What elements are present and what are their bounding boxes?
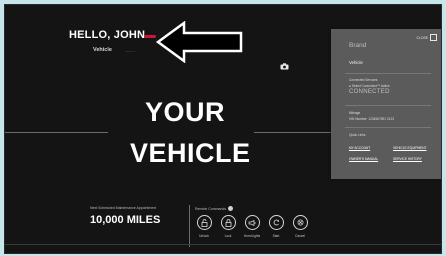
- hero-divider-left: [5, 132, 108, 133]
- lock-label: Lock: [224, 234, 232, 238]
- camera-icon[interactable]: [280, 63, 289, 70]
- hero-title-line1: YOUR: [145, 97, 226, 127]
- vehicle-label: Vehicle: [93, 47, 112, 53]
- remote-commands-label: Remote Commands: [195, 206, 227, 211]
- section-divider: [189, 205, 190, 247]
- start-button[interactable]: Start: [264, 215, 288, 238]
- maintenance-miles: 10,000 MILES: [90, 214, 161, 226]
- hero-title-line2: VEHICLE: [130, 138, 251, 168]
- unlock-icon: [196, 215, 212, 230]
- lock-button[interactable]: Lock: [216, 215, 240, 238]
- vin-value: VIN Number: 1234567891 0123: [349, 117, 395, 121]
- connected-logo: CONNECTED: [349, 89, 390, 95]
- close-label: CLOSE: [416, 35, 429, 40]
- my-account-link[interactable]: MY ACCOUNT: [349, 146, 370, 150]
- start-icon: [268, 215, 284, 230]
- close-button[interactable]: CLOSE: [416, 34, 437, 41]
- cancel-label: Cancel: [295, 234, 305, 238]
- panel-divider: [345, 73, 431, 74]
- quick-links-label: Quick Links: [349, 133, 366, 137]
- horn-icon: [244, 215, 260, 230]
- vehicle-selector[interactable]: Vehicle ...........: [93, 47, 135, 53]
- horn-lights-label: Horn/Lights: [243, 234, 261, 238]
- remote-commands-header: Remote Commands: [195, 206, 234, 211]
- panel-divider: [345, 105, 431, 106]
- app-window: HELLO, JOHN Vehicle ........... YOUR VEH…: [4, 4, 442, 254]
- start-label: Start: [272, 234, 280, 238]
- cancel-button[interactable]: Cancel: [288, 215, 312, 238]
- pointer-arrow-icon: [155, 21, 243, 63]
- unlock-label: Unlock: [199, 234, 209, 238]
- mileage-label: Mileage: [349, 111, 361, 115]
- vehicle-flyout-panel: CLOSE Brand Vehicle Connected Services ●…: [331, 29, 441, 179]
- owners-manual-link[interactable]: OWNER'S MANUAL: [349, 157, 378, 161]
- cancel-icon: [292, 215, 308, 230]
- service-history-link[interactable]: SERVICE HISTORY: [393, 157, 422, 161]
- footer-divider: [5, 244, 441, 245]
- close-icon: [430, 34, 437, 41]
- services-label: Connected Services: [349, 78, 378, 82]
- horn-lights-button[interactable]: Horn/Lights: [240, 215, 264, 238]
- panel-divider: [345, 127, 431, 128]
- vehicle-equipment-link[interactable]: VEHICLE EQUIPMENT: [393, 146, 426, 150]
- unlock-button[interactable]: Unlock: [192, 215, 216, 238]
- lock-icon: [220, 215, 236, 230]
- greeting-heading: HELLO, JOHN: [69, 29, 146, 41]
- maintenance-label: Next Scheduled Maintenance Appointment: [90, 206, 157, 210]
- services-status: ● Select Connected™ Active: [349, 84, 390, 88]
- panel-vehicle: Vehicle: [349, 60, 363, 65]
- info-icon[interactable]: [228, 206, 234, 211]
- panel-brand: Brand: [349, 42, 367, 49]
